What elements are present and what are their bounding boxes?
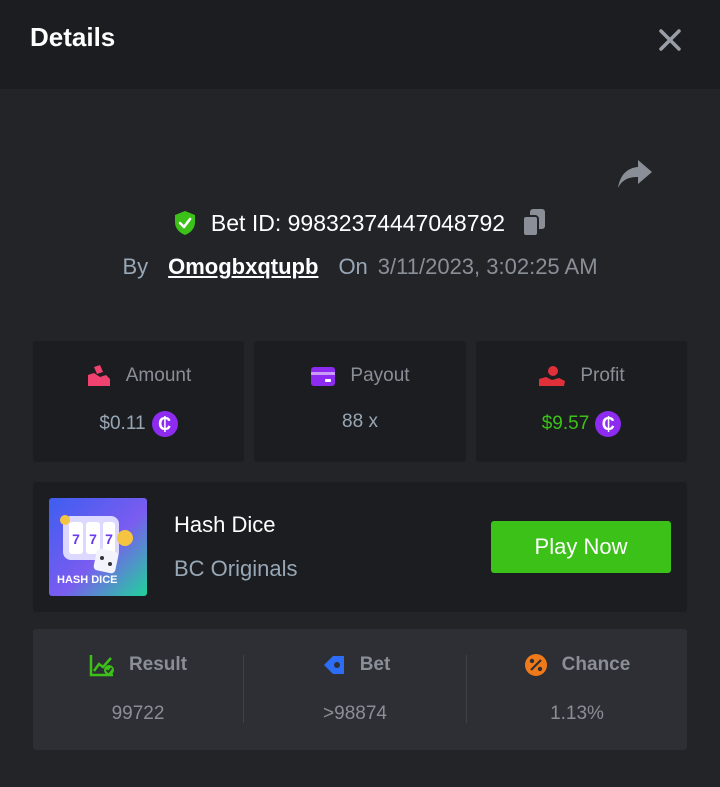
percent-icon (524, 654, 547, 676)
bet-id-row: Bet ID: 99832374447048792 (0, 204, 720, 242)
shield-check-icon (174, 211, 195, 235)
result-card: Result 99722 Bet >98874 Chance 1.13% (33, 629, 687, 750)
coin-icon: ₵ (595, 411, 622, 437)
chance-column: Chance 1.13% (467, 629, 687, 750)
share-icon[interactable] (616, 158, 654, 190)
bet-column: Bet >98874 (244, 629, 466, 750)
dialog-title: Details (30, 22, 116, 52)
game-thumbnail[interactable]: 7 7 7 HASH DICE (49, 498, 147, 596)
payout-label: Payout (350, 365, 410, 386)
profit-label: Profit (580, 365, 625, 386)
svg-text:7: 7 (89, 531, 97, 547)
result-value: 99722 (111, 703, 165, 724)
chance-label: Chance (561, 654, 631, 675)
profit-card: Profit $9.57 ₵ (476, 341, 687, 462)
dialog-header: Details (0, 0, 720, 89)
bet-id-text: Bet ID: 99832374447048792 (210, 209, 506, 236)
bet-value: >98874 (323, 703, 387, 724)
payout-value: 88 x (342, 411, 378, 432)
payout-card: Payout 88 x (254, 341, 466, 462)
user-link[interactable]: Omogbxqtupb (168, 254, 318, 280)
close-icon[interactable] (655, 25, 685, 55)
by-label: By (122, 254, 149, 279)
copy-icon[interactable] (521, 208, 547, 238)
profit-hand-icon (539, 366, 566, 386)
coin-icon: ₵ (151, 411, 178, 437)
wallet-icon (311, 367, 336, 386)
amount-value: $0.11 (99, 413, 146, 434)
profit-value: $9.57 (541, 413, 590, 434)
chance-value: 1.13% (550, 703, 604, 724)
amount-card: Amount $0.11 ₵ (33, 341, 244, 462)
ticket-icon (323, 656, 344, 674)
play-now-button[interactable]: Play Now (491, 521, 671, 573)
result-label: Result (128, 654, 188, 675)
svg-text:7: 7 (72, 531, 80, 547)
svg-text:7: 7 (105, 531, 113, 547)
money-hand-icon (87, 365, 110, 386)
game-name: Hash Dice (174, 512, 276, 537)
amount-label: Amount (125, 365, 192, 386)
game-card: 7 7 7 HASH DICE Hash Dice BC Originals P… (33, 482, 687, 612)
result-column: Result 99722 (33, 629, 243, 750)
game-provider: BC Originals (174, 556, 298, 581)
thumbnail-text: HASH DICE (57, 574, 118, 586)
chart-check-icon (89, 655, 114, 677)
bet-label: Bet (359, 654, 391, 675)
on-label: On (338, 254, 368, 279)
bet-date: 3/11/2023, 3:02:25 AM (377, 254, 598, 279)
bet-meta-row: By Omogbxqtupb On 3/11/2023, 3:02:25 AM (0, 250, 720, 284)
